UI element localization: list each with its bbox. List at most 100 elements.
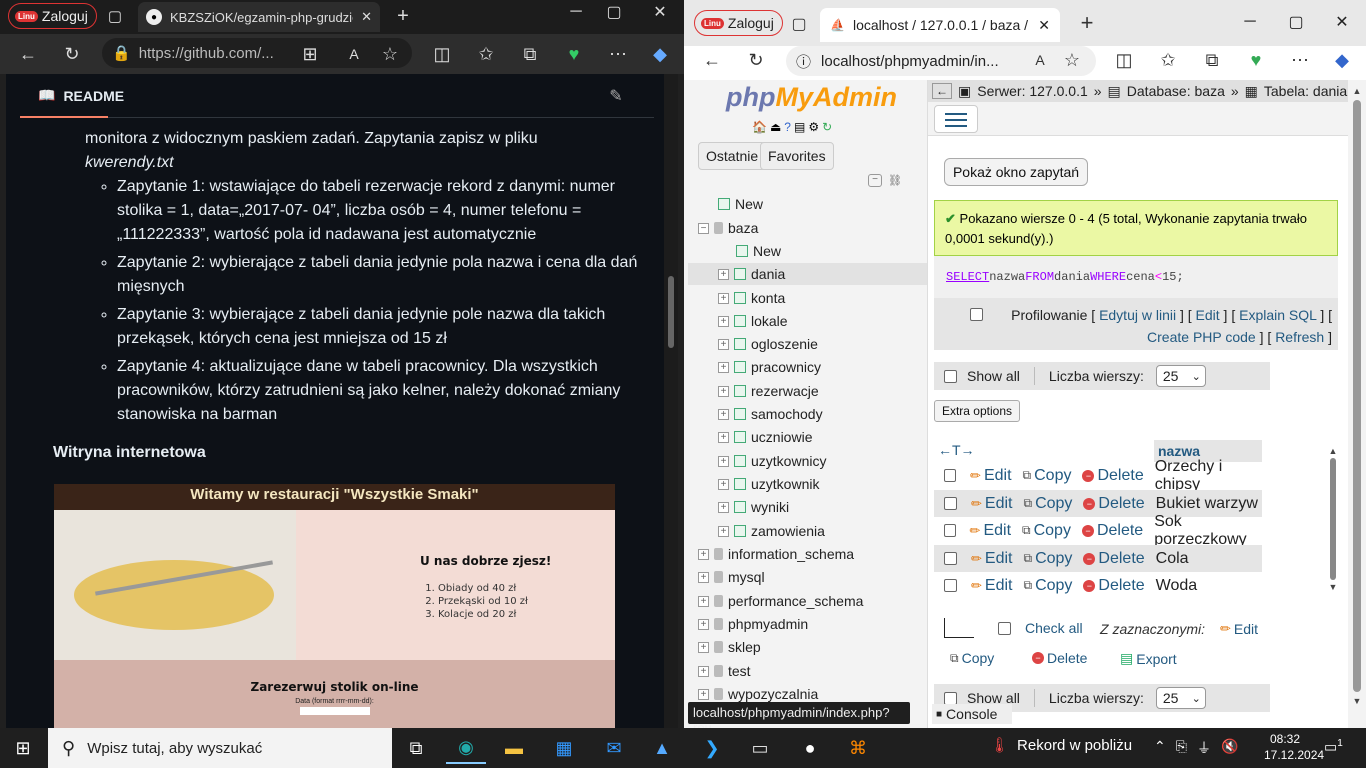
tree-db[interactable]: + test	[698, 660, 751, 682]
edit-action[interactable]: ✏ Edit	[971, 577, 1012, 595]
back-icon[interactable]: ←	[698, 46, 726, 74]
reload-icon[interactable]: ↻	[822, 120, 832, 134]
tree-new-server[interactable]: New	[718, 193, 763, 215]
docs-icon[interactable]: ▤	[794, 120, 805, 134]
favorites-icon[interactable]: ✩	[472, 40, 500, 68]
tree-db[interactable]: + phpmyadmin	[698, 613, 808, 635]
split-screen-icon[interactable]: ◫	[428, 40, 456, 68]
row-checkbox[interactable]	[944, 469, 957, 482]
delete-action[interactable]: − Delete	[1082, 467, 1144, 485]
check-all-control[interactable]: Check all	[998, 620, 1083, 636]
edit-action[interactable]: ✏ Edit	[970, 467, 1011, 485]
refresh-icon[interactable]: ↻	[742, 46, 770, 74]
maximize-icon[interactable]: ▢	[1286, 12, 1306, 32]
row-checkbox[interactable]	[944, 579, 957, 592]
bulk-delete-button[interactable]: − Delete	[1032, 650, 1087, 666]
breadcrumb-table[interactable]: Tabela: dania	[1264, 83, 1347, 99]
cell-nazwa[interactable]: Orzechy i chipsy	[1155, 458, 1262, 494]
row-checkbox[interactable]	[944, 552, 957, 565]
copy-action[interactable]: ⧉ Copy	[1023, 467, 1072, 485]
tree-table[interactable]: + ogloszenie	[718, 333, 818, 355]
tree-db[interactable]: + sklep	[698, 636, 761, 658]
collapse-all-icon[interactable]: −	[868, 174, 882, 187]
profile-button[interactable]: Linu Zaloguj	[694, 10, 783, 36]
close-window-icon[interactable]: ✕	[1332, 12, 1352, 32]
cell-nazwa[interactable]: Cola	[1156, 550, 1189, 568]
tree-table-dania[interactable]: + dania	[688, 263, 927, 285]
mail-icon[interactable]: ✉	[594, 732, 634, 764]
photos-icon[interactable]: ▲	[642, 732, 682, 764]
show-all-checkbox[interactable]	[944, 369, 957, 383]
read-aloud-icon[interactable]: A	[1026, 46, 1054, 74]
github-desktop-icon[interactable]: ●	[790, 732, 830, 764]
close-tab-icon[interactable]: ✕	[1038, 17, 1050, 34]
favorites-button[interactable]: Favorites	[760, 142, 834, 170]
tree-new-table[interactable]: New	[736, 240, 781, 262]
tree-table[interactable]: + rezerwacje	[718, 380, 819, 402]
edit-action[interactable]: ✏ Edit	[971, 495, 1012, 513]
tab-phpmyadmin[interactable]: ⛵ localhost / 127.0.0.1 / baza / dani ✕	[820, 8, 1060, 42]
favorite-star-icon[interactable]: ☆	[376, 40, 404, 68]
hamburger-menu-icon[interactable]	[934, 105, 978, 133]
profile-button[interactable]: Linu Zaloguj	[8, 3, 97, 29]
copilot-icon[interactable]: ◆	[1328, 46, 1356, 74]
tree-table[interactable]: + lokale	[718, 310, 788, 332]
browser-essentials-icon[interactable]: ♥	[560, 40, 588, 68]
minimize-icon[interactable]: ─	[566, 2, 586, 22]
left-scrollbar[interactable]	[664, 74, 678, 728]
bulk-copy-button[interactable]: ⧉ Copy	[950, 650, 994, 666]
grid-scrollbar[interactable]: ▲ ▼	[1328, 446, 1338, 604]
tree-table[interactable]: + konta	[718, 287, 785, 309]
plug-icon[interactable]: ⏚	[1197, 738, 1211, 758]
home-icon[interactable]: 🏠	[752, 120, 767, 134]
recent-button[interactable]: Ostatnie	[698, 142, 767, 170]
favorite-star-icon[interactable]: ☆	[1058, 46, 1086, 74]
browser-essentials-icon[interactable]: ♥	[1242, 46, 1270, 74]
edit-action[interactable]: ✏ Edit	[970, 522, 1011, 540]
tree-db[interactable]: + performance_schema	[698, 590, 863, 612]
close-tab-icon[interactable]: ✕	[361, 9, 372, 25]
tree-table[interactable]: + pracownicy	[718, 356, 821, 378]
copy-action[interactable]: ⧉ Copy	[1023, 550, 1072, 568]
tree-db[interactable]: + mysql	[698, 566, 765, 588]
help-icon[interactable]: ?	[784, 120, 791, 134]
start-windows-icon[interactable]: ⊞	[10, 736, 36, 760]
check-all-checkbox[interactable]	[998, 621, 1011, 635]
collapse-nav-icon[interactable]: ←	[932, 83, 952, 99]
edit-action[interactable]: ✏ Edit	[971, 550, 1012, 568]
chevron-up-icon[interactable]: ⌃	[1154, 738, 1166, 758]
task-view-icon[interactable]: ⧉	[396, 732, 436, 764]
network-icon[interactable]: ⎘	[1176, 738, 1187, 758]
weather-widget[interactable]: 🌡 Rekord w pobliżu	[990, 736, 1132, 755]
copy-action[interactable]: ⧉ Copy	[1023, 495, 1072, 513]
delete-action[interactable]: − Delete	[1081, 522, 1143, 540]
link-with-main-icon[interactable]: ⛓	[888, 174, 902, 187]
maximize-icon[interactable]: ▢	[604, 2, 624, 22]
new-tab-icon[interactable]: +	[392, 5, 414, 27]
bulk-edit-button[interactable]: ✏ Edit	[1220, 621, 1258, 637]
back-icon[interactable]: ←	[14, 40, 42, 68]
console-toggle[interactable]: ■ Console	[932, 704, 1012, 724]
new-tab-icon[interactable]: +	[1076, 10, 1098, 35]
copilot-icon[interactable]: ◆	[646, 40, 674, 68]
rows-per-page-select[interactable]: 25 ⌄	[1155, 687, 1206, 709]
rows-per-page-select[interactable]: 25 ⌄	[1155, 365, 1206, 387]
more-icon[interactable]: ⋯	[1286, 46, 1314, 74]
collections-icon[interactable]: ⧉	[1198, 46, 1226, 74]
xampp-icon[interactable]: ⌘	[838, 732, 878, 764]
apps-icon[interactable]: ⊞	[296, 40, 324, 68]
copy-action[interactable]: ⧉ Copy	[1022, 522, 1071, 540]
taskbar-search[interactable]: ⚲ Wpisz tutaj, aby wyszukać	[48, 728, 392, 768]
more-icon[interactable]: ⋯	[604, 40, 632, 68]
explain-sql-link[interactable]: Explain SQL	[1239, 307, 1316, 323]
tab-github[interactable]: ● KBZSZiOK/egzamin-php-grudzie ✕	[138, 2, 380, 32]
minimize-icon[interactable]: ─	[1240, 12, 1260, 32]
scroll-thumb[interactable]	[668, 276, 674, 348]
volume-muted-icon[interactable]: 🔇	[1221, 738, 1238, 758]
tree-table[interactable]: + uzytkownik	[718, 473, 819, 495]
file-explorer-icon[interactable]: ▬	[494, 732, 534, 764]
inline-edit-link[interactable]: Edytuj w linii	[1099, 307, 1176, 323]
tab-actions-icon[interactable]: ▢	[788, 13, 810, 35]
edit-link[interactable]: Edit	[1196, 307, 1220, 323]
notifications-icon[interactable]: ▭1	[1324, 738, 1343, 756]
